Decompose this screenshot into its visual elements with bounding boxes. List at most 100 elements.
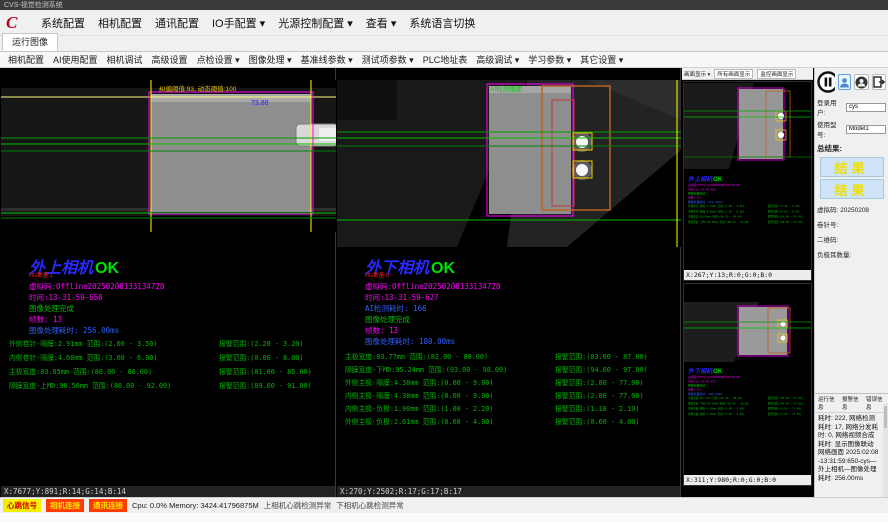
alarm-range: 报警范围:(89.00 - 91.00) [219, 380, 339, 394]
login-user-label: 登录用户: [817, 97, 844, 117]
camera-image-upper[interactable]: 纠偏阈值:93, 动态阈值:100 73.88 [1, 80, 336, 237]
menu-item-camera-config[interactable]: 相机配置 [98, 15, 142, 31]
frames-line: 帧数: 13 [29, 314, 62, 325]
ng-count-line: NG数量:0 [365, 271, 389, 279]
thumbnail-coordinate-bar: X:311;Y:980;R:0;G:0;B:0 [684, 475, 811, 485]
tab-run-image[interactable]: 运行图像 [2, 33, 58, 51]
camera-result-ok: OK [431, 260, 455, 277]
alarm-range: 报警范围:(94.00 - 97.00) [555, 364, 675, 377]
toolbar-test-params[interactable]: 测试项参数 ▾ [362, 53, 414, 66]
time-line: 时间:13-31-59-650 [29, 292, 103, 303]
tab-alarm-info[interactable]: 报警信息 [841, 395, 862, 411]
camera-image-lower[interactable]: AI检测画面 [337, 80, 681, 252]
alarm-range: 报警范围:(81.00 - 85.00) [219, 366, 339, 380]
bottom-status-bar: 心跳信号 相机连接 通讯连接 Cpu: 0.0% Memory: 3424.41… [0, 497, 888, 513]
camera-photo-upper [1, 80, 336, 232]
measurement-rows-upper: 外侧卷针-隔膜:2.91mm 范围:(2.00 - 3.50)报警范围:(2.2… [9, 338, 339, 394]
toolbar-advanced-set[interactable]: 高级设置 [152, 53, 188, 66]
control-icon-row [815, 68, 888, 95]
menu-item-language[interactable]: 系统语言切换 [409, 15, 475, 31]
measure-overlay-value: 73.88 [251, 100, 269, 107]
toolbar-camera-config[interactable]: 相机配置 [8, 53, 44, 66]
operator-button[interactable] [854, 74, 869, 90]
measure-value: 外侧主极-负极:2.61mm 范围:(0.60 - 4.00) [345, 416, 555, 429]
pause-button[interactable] [817, 71, 835, 93]
toolbar-image-process[interactable]: 图像处理 ▾ [249, 53, 292, 66]
toolbar-spotcheck-set[interactable]: 点检设置 ▾ [197, 53, 240, 66]
model-field: 使用型号: [815, 117, 888, 139]
menu-item-io-config[interactable]: IO手配置 ▾ [212, 15, 265, 31]
measure-row: 隔膜宽度-下MD:95.24mm 范围:(93.00 - 98.00)报警范围:… [345, 364, 675, 377]
alarm-range: 报警范围:(0.60 - 4.00) [555, 416, 675, 429]
elapsed-line: 图像处理耗时: 180.00ms [365, 336, 455, 347]
thumbnail-upper-camera[interactable]: 外上相机OK 虚拟码:Offline20250208133134728 时间:1… [683, 81, 812, 281]
log-scrollbar[interactable] [883, 404, 888, 497]
thumbnail-lower-camera[interactable]: 外下相机OK 虚拟码:Offline20250208133134728 时间:1… [683, 283, 812, 486]
ai-view-label: AI检测画面 [490, 83, 522, 93]
app-logo-icon: C [6, 13, 28, 33]
camera-result-ok: OK [95, 260, 119, 277]
upper-camera-warning: 上相机心跳检测异常 [264, 500, 332, 511]
menu-item-light-config[interactable]: 光源控制配置 ▾ [278, 15, 353, 31]
log-text: 耗时: 222, 网络检测耗时: 17, 网络分发耗时: 0, 网络视频合成耗时… [815, 413, 888, 485]
log-panel: 运行信息 报警信息 错误信息 耗时: 222, 网络检测耗时: 17, 网络分发… [815, 393, 888, 497]
alarm-range: 报警范围:(2.20 - 3.20) [219, 338, 339, 352]
logout-button[interactable] [872, 74, 886, 90]
pixel-coordinate-bar-upper: X:7677;Y:891;R:14;G:14;B:14 [1, 486, 335, 497]
measure-value: 外侧主极-隔膜:4.38mm 范围:(0.00 - 9.00) [345, 377, 555, 390]
camera-view-upper-outer[interactable]: 纠偏阈值:93, 动态阈值:100 73.88 外上相机OK NG数量:1 虚拟… [1, 68, 336, 497]
comm-link-badge: 通讯连接 [89, 499, 127, 512]
alarm-range: 报警范围:(1.10 - 2.10) [555, 403, 675, 416]
toolbar-other-set[interactable]: 其它设置 ▾ [580, 53, 623, 66]
toolbar-camera-debug[interactable]: 相机调试 [107, 53, 143, 66]
measure-row: 外侧主极-隔膜:4.38mm 范围:(0.00 - 9.00)报警范围:(2.0… [345, 377, 675, 390]
barcode-line: 虚拟码:Offline20250208133134728 [29, 281, 164, 292]
login-user-field: 登录用户: [815, 95, 888, 117]
measure-value: 内侧卷针-隔膜:4.60mm 范围:(3.00 - 6.00) [9, 352, 219, 366]
toolbar-advanced-debug[interactable]: 高级调试 ▾ [476, 53, 519, 66]
toolbar-baseline-params[interactable]: 基准线参数 ▾ [301, 53, 353, 66]
tab-all-views[interactable]: 所有画面显示 [714, 69, 753, 79]
toolbar-plc-table[interactable]: PLC地址表 [423, 53, 468, 66]
alarm-range: 报警范围:(2.00 - 77.00) [555, 377, 675, 390]
window-footer [0, 513, 888, 522]
tab-monitor-views[interactable]: 监控画面显示 [757, 69, 796, 79]
menu-item-system-config[interactable]: 系统配置 [41, 15, 85, 31]
time-line: 时间:13-31-59-627 [365, 292, 439, 303]
result-badge-2: 结果 [820, 179, 884, 199]
pin-number-label: 卷针号: [815, 214, 888, 229]
alarm-range: 报警范围:(2.00 - 77.00) [555, 390, 675, 403]
login-user-input[interactable] [846, 103, 886, 112]
menu-item-comm-config[interactable]: 通讯配置 [155, 15, 199, 31]
menu-item-view[interactable]: 查看 ▾ [366, 15, 397, 31]
total-result-label: 总结果: [815, 139, 888, 155]
qr-code-label: 二维码: [815, 229, 888, 244]
tab-run-info[interactable]: 运行信息 [817, 395, 838, 411]
measure-row: 隔膜宽度-上MD:90.56mm 范围:(88.00 - 92.00)报警范围:… [9, 380, 339, 394]
view-select-label[interactable]: 画面显示 ▾ [684, 70, 710, 78]
toolbar-learn-params[interactable]: 学习参数 ▾ [528, 53, 571, 66]
toolbar-ai-config[interactable]: AI使用配置 [53, 53, 98, 66]
user-switch-button[interactable] [838, 74, 851, 90]
thumbnail-coordinate-bar: X:267;Y:13;R:0;G:0;B:0 [684, 270, 811, 280]
measure-row: 内侧卷针-隔膜:4.60mm 范围:(3.00 - 6.00)报警范围:(0.0… [9, 352, 339, 366]
window-titlebar: CVS-视觉检测系统 [0, 0, 888, 10]
menu-bar: C 系统配置 相机配置 通讯配置 IO手配置 ▾ 光源控制配置 ▾ 查看 ▾ 系… [0, 10, 888, 36]
alarm-range: 报警范围:(0.00 - 8.00) [219, 352, 339, 366]
measure-value: 主极宽度:83.77mm 范围:(82.00 - 88.00) [345, 351, 555, 364]
virtual-code-label: 虚拟码: [817, 207, 838, 214]
measure-value: 内侧主极-隔膜:4.38mm 范围:(0.00 - 9.00) [345, 390, 555, 403]
right-sidebar: 登录用户: 使用型号: 总结果: 结果 结果 虚拟码: 20250208 卷针号… [814, 68, 888, 497]
measure-row: 主极宽度:83.77mm 范围:(82.00 - 88.00)报警范围:(83.… [345, 351, 675, 364]
measure-value: 隔膜宽度-上MD:90.56mm 范围:(88.00 - 92.00) [9, 380, 219, 394]
neg-tab-count-label: 负极耳数量: [815, 244, 888, 259]
tab-strip: 运行图像 [0, 36, 888, 52]
lower-camera-warning: 下相机心跳检测异常 [336, 500, 404, 511]
camera-view-lower-outer[interactable]: AI检测画面 外下相机OK NG数量:0 虚拟码:Offline20250208… [337, 68, 681, 497]
done-line: 图像处理完成 [29, 303, 74, 314]
model-input[interactable] [846, 125, 886, 134]
measure-value: 外侧卷针-隔膜:2.91mm 范围:(2.00 - 3.50) [9, 338, 219, 352]
measure-value: 主极宽度:83.05mm 范围:(80.00 - 86.00) [9, 366, 219, 380]
camera-link-badge: 相机连接 [46, 499, 84, 512]
result-badge-1: 结果 [820, 157, 884, 177]
